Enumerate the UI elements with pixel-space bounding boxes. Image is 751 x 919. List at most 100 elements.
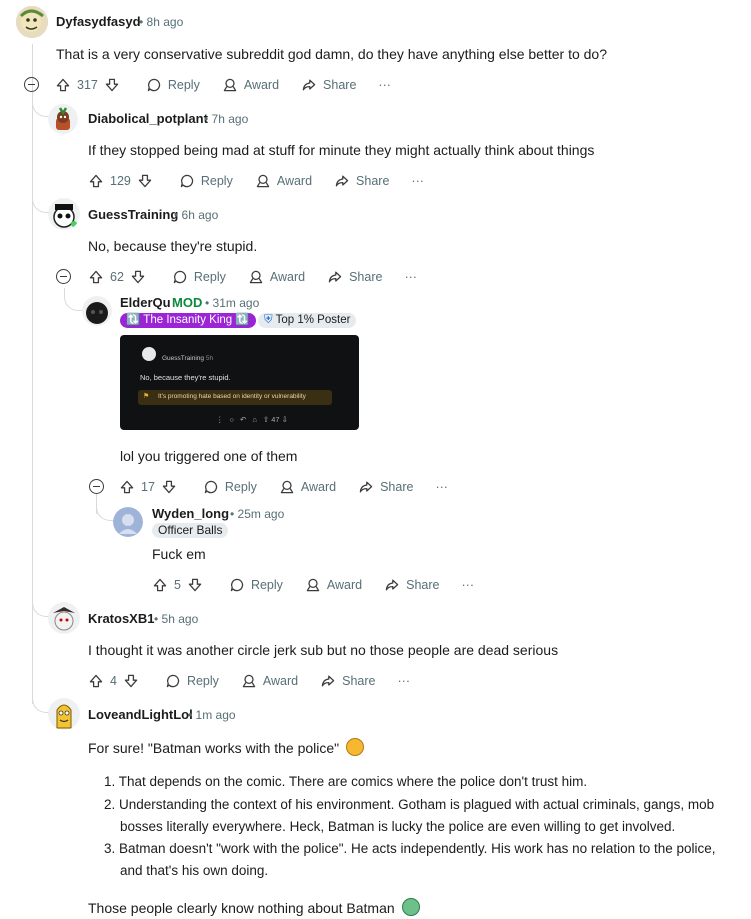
comment-actions: 17 Reply Award Share ··· [119, 477, 470, 497]
thread-elbow [32, 96, 49, 117]
user-flair: Officer Balls [152, 523, 229, 538]
award-icon [222, 77, 238, 93]
upvote-icon[interactable] [119, 479, 135, 495]
comment-body: I thought it was another circle jerk sub… [88, 642, 559, 658]
upvote-icon[interactable] [88, 173, 104, 189]
embed-warning: ⚑ It's promoting hate based on identity … [138, 390, 332, 405]
thread-elbow [32, 594, 49, 617]
reply-button[interactable]: Reply [146, 77, 200, 93]
timestamp: • 7h ago [204, 112, 249, 126]
comment-body: For sure! "Batman works with the police" [88, 738, 365, 756]
share-button[interactable]: Share [301, 77, 356, 93]
upvote-icon[interactable] [55, 77, 71, 93]
share-icon [334, 173, 350, 189]
reply-icon [179, 173, 195, 189]
avatar[interactable] [48, 698, 80, 730]
reply-icon [229, 577, 245, 593]
reply-button[interactable]: Reply [229, 577, 283, 593]
thread-elbow [32, 190, 49, 213]
shield-icon: ⛨ [264, 314, 273, 326]
reply-button[interactable]: Reply [172, 269, 226, 285]
username[interactable]: KratosXB1 [88, 611, 154, 626]
collapse-thread-button[interactable] [24, 77, 39, 92]
avatar[interactable] [82, 296, 112, 326]
vote-count: 317 [77, 78, 98, 92]
username[interactable]: Dyfasydfasyd [56, 14, 141, 29]
more-options-button[interactable]: ··· [398, 674, 411, 688]
reply-button[interactable]: Reply [203, 479, 257, 495]
list-item: 3. Batman doesn't "work with the police"… [104, 841, 716, 878]
award-button[interactable]: Award [255, 173, 312, 189]
collapse-thread-button[interactable] [89, 479, 104, 494]
upvote-icon[interactable] [152, 577, 168, 593]
reply-icon [203, 479, 219, 495]
award-icon [241, 673, 257, 689]
share-icon [327, 269, 343, 285]
avatar[interactable] [48, 104, 78, 134]
upvote-icon[interactable] [88, 269, 104, 285]
more-options-button[interactable]: ··· [462, 578, 475, 592]
downvote-icon[interactable] [137, 173, 153, 189]
thread-elbow [32, 690, 49, 713]
top-poster-badge: ⛨ Top 1% Poster [258, 313, 357, 328]
disappointed-emoji-icon [346, 738, 365, 756]
upvote-icon[interactable] [88, 673, 104, 689]
downvote-icon[interactable] [130, 269, 146, 285]
comment-actions: 4 Reply Award Share ··· [88, 671, 432, 691]
username[interactable]: Diabolical_potplant [88, 111, 208, 126]
award-button[interactable]: Award [305, 577, 362, 593]
share-button[interactable]: Share [320, 673, 376, 689]
more-options-button[interactable]: ··· [435, 480, 448, 494]
share-button[interactable]: Share [384, 577, 440, 593]
share-button[interactable]: Share [334, 173, 389, 189]
share-icon [320, 673, 336, 689]
collapse-thread-button[interactable] [56, 269, 71, 284]
comment-actions: 5 Reply Award Share ··· [152, 575, 496, 595]
award-button[interactable]: Award [248, 269, 305, 285]
reply-icon [165, 673, 181, 689]
avatar[interactable] [113, 507, 143, 537]
downvote-icon[interactable] [187, 577, 203, 593]
award-button[interactable]: Award [222, 77, 279, 93]
thread-elbow [64, 288, 83, 311]
more-options-button[interactable]: ··· [411, 174, 424, 188]
vote-count: 5 [174, 578, 181, 592]
embed-username: GuessTraining 5h [162, 355, 214, 362]
vote-count: 17 [141, 480, 155, 494]
award-button[interactable]: Award [241, 673, 298, 689]
award-icon [305, 577, 321, 593]
downvote-icon[interactable] [123, 673, 139, 689]
username[interactable]: GuessTraining [88, 207, 178, 222]
avatar [142, 347, 156, 361]
more-options-button[interactable]: ··· [378, 78, 391, 92]
downvote-icon[interactable] [161, 479, 177, 495]
share-button[interactable]: Share [358, 479, 413, 495]
award-icon [248, 269, 264, 285]
avatar[interactable] [16, 6, 48, 38]
avatar[interactable] [48, 198, 80, 230]
award-icon [255, 173, 271, 189]
comment-actions: 129 Reply Award Share ··· [88, 171, 446, 191]
comment-body: lol you triggered one of them [120, 448, 298, 464]
more-options-button[interactable]: ··· [404, 270, 417, 284]
embed-body: No, because they're stupid. [140, 373, 231, 382]
award-icon [279, 479, 295, 495]
username[interactable]: LoveandLightLol [88, 707, 193, 722]
username[interactable]: ElderQu [120, 295, 171, 310]
downvote-icon[interactable] [104, 77, 120, 93]
comment-actions: 62 Reply Award Share ··· [88, 267, 439, 287]
vote-count: 62 [110, 270, 124, 284]
mod-badge: MOD [172, 295, 203, 310]
vote-count: 4 [110, 674, 117, 688]
username[interactable]: Wyden_long [152, 506, 229, 521]
timestamp: • 8h ago [139, 15, 184, 29]
timestamp: • 31m ago [205, 296, 260, 310]
comment-actions: 317 Reply Award Share ··· [55, 75, 413, 95]
embedded-image[interactable]: GuessTraining 5h No, because they're stu… [120, 335, 359, 430]
list-item: 2. Understanding the context of his envi… [104, 797, 715, 834]
share-button[interactable]: Share [327, 269, 382, 285]
avatar[interactable] [48, 602, 80, 634]
reply-button[interactable]: Reply [165, 673, 219, 689]
award-button[interactable]: Award [279, 479, 336, 495]
reply-button[interactable]: Reply [179, 173, 233, 189]
